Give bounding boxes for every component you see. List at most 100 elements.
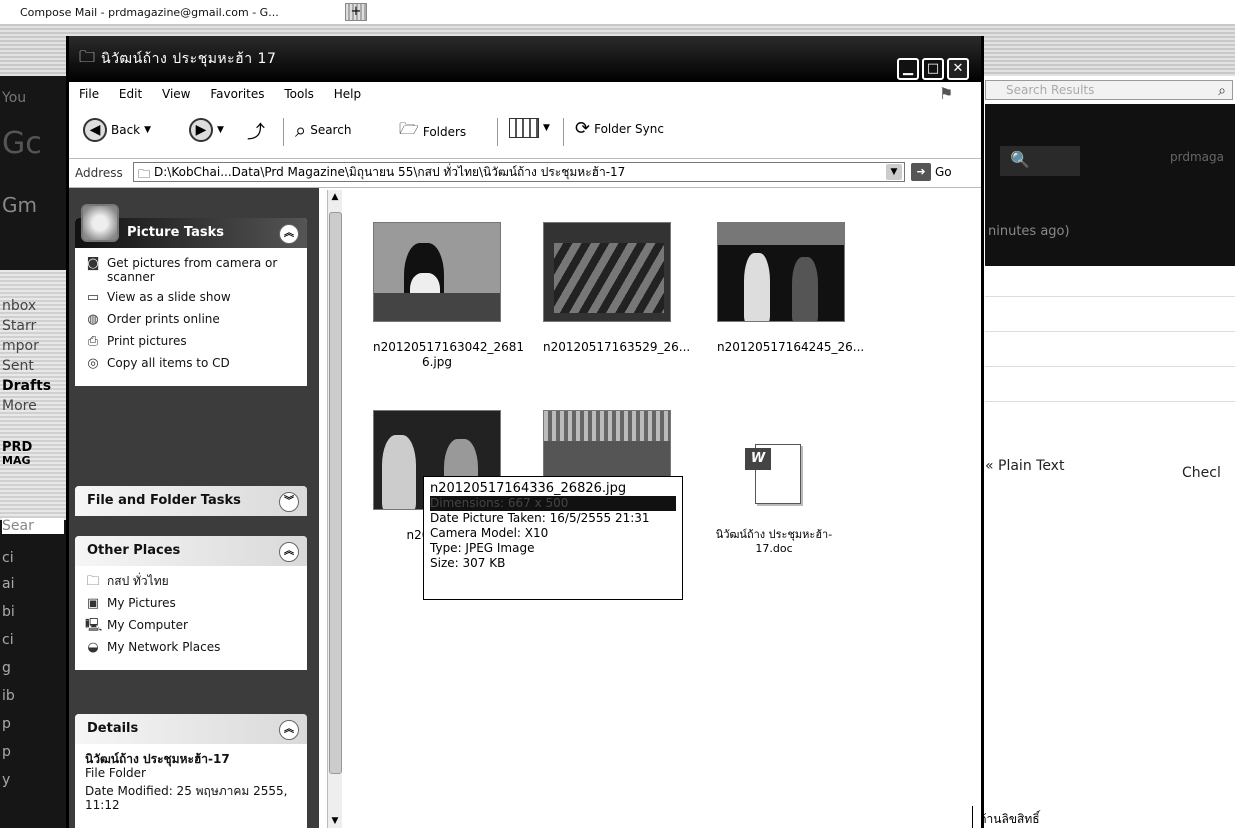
- folders-button[interactable]: 🗁 Folders: [399, 118, 466, 145]
- file-name[interactable]: นิวัฒน์ถ้าง ประชุมหะฮ้า- 17.doc: [689, 528, 859, 556]
- browser-search-input[interactable]: Search Results ⌕: [985, 80, 1233, 100]
- forward-button[interactable]: ▶ ▼: [189, 118, 224, 142]
- window-controls: ▁ □ ✕: [897, 58, 969, 80]
- chevron-down-icon[interactable]: ▼: [217, 125, 224, 135]
- folder-sync-label: Folder Sync: [594, 121, 664, 136]
- minimize-button[interactable]: ▁: [897, 58, 919, 80]
- gmail-logo: Gc: [2, 126, 42, 161]
- photo-figure: [744, 253, 770, 321]
- menu-help[interactable]: Help: [334, 87, 361, 101]
- address-input[interactable]: 🗀 D:\KobChai...Data\Prd Magazine\มิถุนาย…: [133, 162, 905, 182]
- file-name-line: 17.doc: [755, 542, 793, 555]
- back-arrow-icon: ◀: [83, 118, 107, 142]
- chat-contact[interactable]: ib: [2, 688, 15, 704]
- tooltip-date-taken: Date Picture Taken: 16/5/2555 21:31: [430, 511, 650, 525]
- menu-tools[interactable]: Tools: [284, 87, 314, 101]
- chat-search-input[interactable]: Sear: [2, 518, 64, 534]
- chat-contact[interactable]: ai: [2, 576, 14, 592]
- chevron-down-icon[interactable]: ▼: [886, 164, 902, 180]
- menu-edit[interactable]: Edit: [119, 87, 142, 101]
- chat-contact[interactable]: ci: [2, 550, 14, 566]
- scroll-up-icon[interactable]: ▲: [328, 190, 342, 204]
- details-header[interactable]: Details ︽: [75, 714, 307, 744]
- printer-icon: ⎙: [87, 334, 99, 349]
- check-spelling-link[interactable]: Checl: [1182, 465, 1221, 481]
- go-arrow-icon: ➜: [911, 163, 931, 181]
- gmail-user-account[interactable]: prdmaga: [1170, 150, 1224, 164]
- collapse-icon[interactable]: ︽: [279, 720, 299, 740]
- picture-tasks-header[interactable]: Picture Tasks ︽: [75, 204, 307, 248]
- chat-contact[interactable]: p: [2, 716, 11, 732]
- task-slide-show[interactable]: ▭ View as a slide show: [85, 290, 297, 306]
- file-name-line: นิวัฒน์ถ้าง ประชุมหะฮ้า-: [715, 528, 833, 541]
- task-copy-cd[interactable]: ◎ Copy all items to CD: [85, 356, 297, 372]
- maximize-button[interactable]: □: [922, 58, 944, 80]
- up-folder-button[interactable]: ⤴: [247, 118, 265, 144]
- photo-table: [374, 293, 500, 321]
- scroll-down-icon[interactable]: ▼: [328, 814, 342, 828]
- place-parent-folder[interactable]: 🗀 กสป ทั่วไทย: [85, 574, 297, 590]
- chat-contact[interactable]: bi: [2, 604, 15, 620]
- gmail-you-link[interactable]: You: [2, 90, 26, 106]
- sidebar-item-important[interactable]: mpor: [2, 338, 39, 354]
- file-name-line: 6.jpg: [421, 355, 453, 369]
- chat-contact[interactable]: ci: [2, 632, 14, 648]
- browser-tab-title[interactable]: Compose Mail - prdmagazine@gmail.com - G…: [20, 6, 279, 19]
- sidebar-label-mag[interactable]: MAG: [2, 454, 31, 467]
- picture-tasks-panel: Picture Tasks ︽ ◙ Get pictures from came…: [75, 204, 307, 386]
- go-button[interactable]: ➜ Go: [911, 163, 952, 181]
- sidebar-item-starred[interactable]: Starr: [2, 318, 36, 334]
- menu-file[interactable]: File: [79, 87, 99, 101]
- menu-favorites[interactable]: Favorites: [210, 87, 264, 101]
- file-item[interactable]: n20120517163529_26...: [543, 222, 690, 355]
- views-button[interactable]: ▼: [509, 118, 550, 138]
- scroll-thumb[interactable]: [329, 212, 342, 774]
- sidebar-item-sent[interactable]: Sent: [2, 358, 34, 374]
- chat-contact[interactable]: y: [2, 772, 10, 788]
- file-item[interactable]: n20120517164245_26...: [717, 222, 864, 355]
- task-print-pictures[interactable]: ⎙ Print pictures: [85, 334, 297, 350]
- sidebar-label-prd[interactable]: PRD: [2, 440, 32, 455]
- expand-icon[interactable]: ︾: [279, 492, 299, 512]
- file-item[interactable]: n20120517163042_2681 6.jpg: [373, 222, 524, 370]
- sidebar-item-drafts[interactable]: Drafts: [2, 378, 51, 394]
- search-icon[interactable]: ⌕: [1218, 82, 1226, 101]
- chevron-down-icon[interactable]: ▼: [543, 123, 550, 133]
- views-icon: [509, 118, 539, 138]
- task-get-pictures[interactable]: ◙ Get pictures from camera or scanner: [85, 256, 297, 284]
- search-button[interactable]: ⌕ Search: [295, 118, 351, 142]
- gmail-label: Gm: [2, 193, 37, 217]
- gmail-search-button[interactable]: 🔍: [1000, 146, 1080, 176]
- folders-label: Folders: [422, 124, 467, 139]
- menu-view[interactable]: View: [162, 87, 190, 101]
- task-pane-scrollbar[interactable]: ▲ ▼: [327, 190, 342, 828]
- window-title: นิวัฒน์ถ้าง ประชุมหะฮ้า 17: [101, 51, 277, 67]
- other-places-header[interactable]: Other Places ︽: [75, 536, 307, 566]
- task-order-prints[interactable]: ◍ Order prints online: [85, 312, 297, 328]
- chat-contact[interactable]: p: [2, 744, 11, 760]
- word-document-icon[interactable]: W: [741, 440, 801, 506]
- search-label: Search: [310, 123, 352, 137]
- task-label: Print pictures: [107, 334, 187, 348]
- place-my-computer[interactable]: 🖳 My Computer: [85, 618, 297, 634]
- chevron-down-icon[interactable]: ▼: [144, 125, 151, 135]
- chat-contact[interactable]: g: [2, 660, 11, 676]
- place-my-network[interactable]: ◒ My Network Places: [85, 640, 297, 656]
- folder-sync-button[interactable]: ⟳ Folder Sync: [575, 118, 664, 139]
- file-folder-tasks-header[interactable]: File and Folder Tasks ︾: [75, 486, 307, 516]
- window-titlebar[interactable]: 🗀 นิวัฒน์ถ้าง ประชุมหะฮ้า 17 ▁ □ ✕: [69, 36, 981, 82]
- sidebar-item-more[interactable]: More: [2, 398, 37, 414]
- toolbar-separator: [497, 118, 498, 146]
- other-places-panel: Other Places ︽ 🗀 กสป ทั่วไทย ▣ My Pictur…: [75, 536, 307, 670]
- standard-toolbar: ◀ Back ▼ ▶ ▼ ⤴ ⌕ Search 🗁 Folders ▼ ⟳ Fo…: [69, 108, 981, 154]
- place-my-pictures[interactable]: ▣ My Pictures: [85, 596, 297, 612]
- collapse-icon[interactable]: ︽: [279, 224, 299, 244]
- sidebar-item-inbox[interactable]: nbox: [2, 298, 36, 314]
- plain-text-link[interactable]: « Plain Text: [985, 458, 1064, 474]
- collapse-icon[interactable]: ︽: [279, 542, 299, 562]
- close-button[interactable]: ✕: [947, 58, 969, 80]
- toolbar-separator: [563, 118, 564, 146]
- back-button[interactable]: ◀ Back ▼: [83, 118, 151, 142]
- new-tab-button[interactable]: +: [345, 3, 367, 21]
- slideshow-icon: ▭: [86, 290, 100, 305]
